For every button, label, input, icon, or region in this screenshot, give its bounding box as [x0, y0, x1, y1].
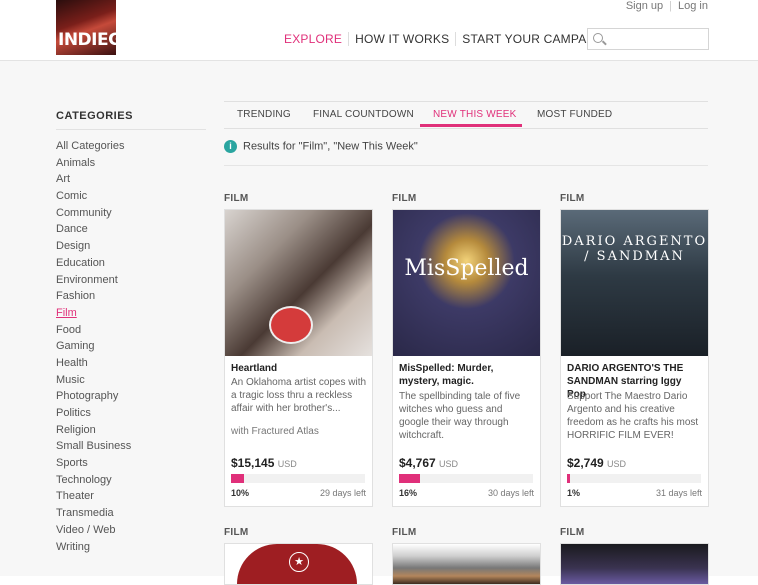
- sidebar-item-comic[interactable]: Comic: [56, 188, 206, 205]
- indiegogo-logo[interactable]: INDIEGOGO: [56, 0, 168, 55]
- sidebar-item-education[interactable]: Education: [56, 255, 206, 272]
- progress-bar: [231, 474, 365, 483]
- sidebar-item-gaming[interactable]: Gaming: [56, 338, 206, 355]
- sidebar-item-health[interactable]: Health: [56, 355, 206, 372]
- sidebar-item-animals[interactable]: Animals: [56, 155, 206, 172]
- campaign-description: Support The Maestro Dario Argento and hi…: [567, 391, 699, 441]
- sidebar-item-transmedia[interactable]: Transmedia: [56, 505, 206, 522]
- sidebar-item-all-categories[interactable]: All Categories: [56, 138, 206, 155]
- campaign-image[interactable]: MisSpelled: [393, 210, 540, 356]
- tab-final-countdown[interactable]: FINAL COUNTDOWN: [313, 109, 414, 120]
- card-category-label: FILM: [224, 193, 249, 204]
- percent-funded: 16%: [399, 488, 418, 498]
- tab-trending[interactable]: TRENDING: [237, 109, 291, 120]
- nav-explore[interactable]: EXPLORE: [284, 32, 348, 46]
- helmet-shape: [269, 306, 313, 344]
- days-left: 30 days left: [487, 488, 534, 498]
- card-category-label: FILM: [560, 193, 585, 204]
- divider: [224, 165, 708, 166]
- sidebar-item-community[interactable]: Community: [56, 205, 206, 222]
- card-category-label: FILM: [392, 193, 417, 204]
- sidebar-item-food[interactable]: Food: [56, 322, 206, 339]
- campaign-image[interactable]: DARIO ARGENTO / SANDMAN: [561, 210, 708, 356]
- sidebar-item-small-business[interactable]: Small Business: [56, 438, 206, 455]
- card-category-label: FILM: [560, 527, 585, 538]
- campaign-description: An Oklahoma artist copes with a tragic l…: [231, 377, 367, 414]
- star-icon: ★: [289, 552, 309, 572]
- campaign-card-partial[interactable]: [560, 543, 709, 585]
- campaign-title[interactable]: MisSpelled: Murder, mystery, magic.: [399, 362, 535, 388]
- sidebar-item-design[interactable]: Design: [56, 238, 206, 255]
- campaign-card-sandman[interactable]: DARIO ARGENTO / SANDMAN DARIO ARGENTO'S …: [560, 209, 709, 507]
- sidebar-item-politics[interactable]: Politics: [56, 405, 206, 422]
- sidebar-item-film[interactable]: Film: [56, 305, 206, 322]
- percent-funded: 10%: [231, 488, 250, 498]
- card-category-label: FILM: [224, 527, 249, 538]
- days-left: 31 days left: [655, 488, 702, 498]
- campaign-description: The spellbinding tale of five witches wh…: [399, 391, 521, 441]
- sidebar-item-music[interactable]: Music: [56, 372, 206, 389]
- campaign-card-partial[interactable]: ★: [224, 543, 373, 585]
- sidebar-item-fashion[interactable]: Fashion: [56, 288, 206, 305]
- card-category-label: FILM: [392, 527, 417, 538]
- results-text: Results for "Film", "New This Week": [243, 140, 418, 153]
- sidebar-item-dance[interactable]: Dance: [56, 221, 206, 238]
- image-caption: MisSpelled: [404, 256, 529, 281]
- search-icon: [593, 33, 603, 43]
- signup-link[interactable]: Sign up: [626, 0, 663, 12]
- active-tab-indicator: [420, 124, 522, 127]
- sidebar-item-video-web[interactable]: Video / Web: [56, 522, 206, 539]
- categories-title: CATEGORIES: [56, 110, 206, 130]
- days-left: 29 days left: [319, 488, 366, 498]
- campaign-amount: $2,749 USD: [567, 456, 627, 470]
- sidebar-item-environment[interactable]: Environment: [56, 272, 206, 289]
- sidebar-item-writing[interactable]: Writing: [56, 539, 206, 556]
- header: INDIEGOGO Sign up | Log in EXPLORE HOW IT W…: [0, 0, 758, 61]
- sidebar-item-photography[interactable]: Photography: [56, 388, 206, 405]
- nav-how-it-works[interactable]: HOW IT WORKS: [348, 32, 455, 46]
- percent-funded: 1%: [567, 488, 581, 498]
- sidebar-item-sports[interactable]: Sports: [56, 455, 206, 472]
- info-icon: i: [224, 140, 237, 153]
- results-info: i Results for "Film", "New This Week": [224, 140, 418, 153]
- campaign-partner: with Fractured Atlas: [231, 426, 319, 437]
- campaign-title[interactable]: Heartland: [231, 362, 367, 375]
- progress-bar: [567, 474, 701, 483]
- search-input[interactable]: [587, 28, 709, 50]
- sidebar-item-art[interactable]: Art: [56, 171, 206, 188]
- sidebar-item-theater[interactable]: Theater: [56, 488, 206, 505]
- main-nav: EXPLORE HOW IT WORKS START YOUR CAMPAIGN: [284, 32, 614, 46]
- top-links: Sign up | Log in: [625, 0, 708, 12]
- campaign-card-heartland[interactable]: Heartland An Oklahoma artist copes with …: [224, 209, 373, 507]
- campaign-card-misspelled[interactable]: MisSpelled MisSpelled: Murder, mystery, …: [392, 209, 541, 507]
- tab-new-this-week[interactable]: NEW THIS WEEK: [433, 109, 517, 120]
- campaign-card-partial[interactable]: [392, 543, 541, 585]
- logo-text: INDIEGOGO: [58, 30, 163, 50]
- campaign-amount: $4,767 USD: [399, 456, 459, 470]
- login-link[interactable]: Log in: [678, 0, 708, 12]
- image-caption: DARIO ARGENTO / SANDMAN: [561, 234, 708, 264]
- campaign-amount: $15,145 USD: [231, 456, 297, 470]
- progress-bar: [399, 474, 533, 483]
- tab-most-funded[interactable]: MOST FUNDED: [537, 109, 612, 120]
- sidebar-item-religion[interactable]: Religion: [56, 422, 206, 439]
- categories-sidebar: CATEGORIES All Categories Animals Art Comic…: [56, 110, 206, 555]
- sidebar-item-technology[interactable]: Technology: [56, 472, 206, 489]
- campaign-image[interactable]: [225, 210, 372, 356]
